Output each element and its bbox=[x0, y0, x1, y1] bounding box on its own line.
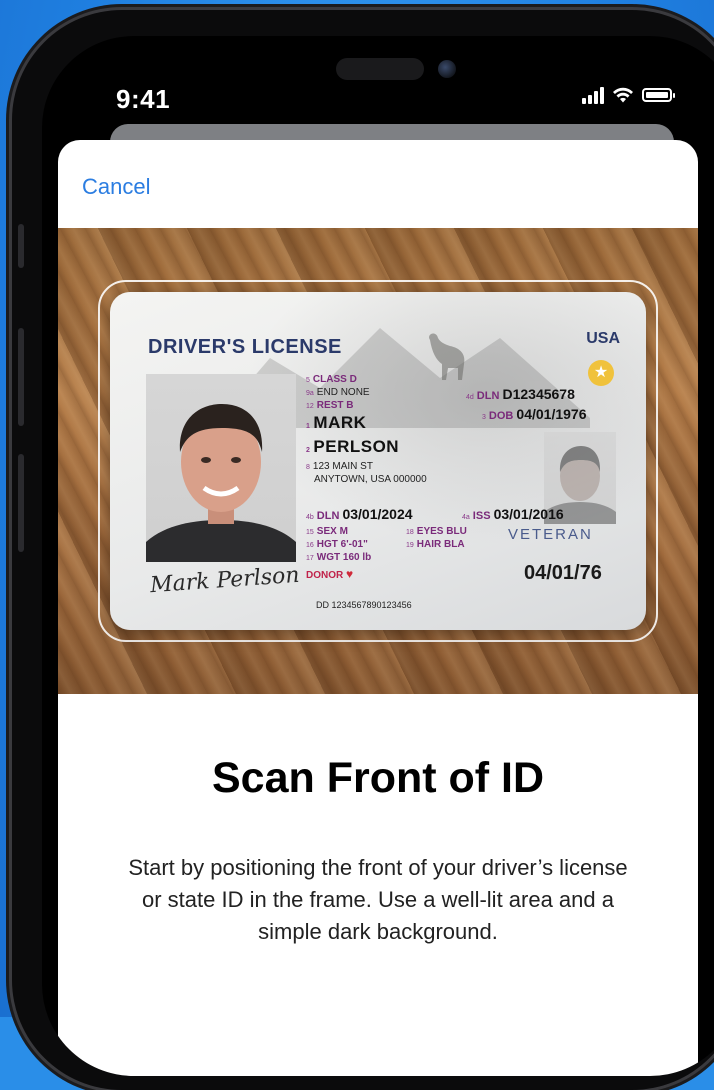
license-iss-row: 4a ISS 03/01/2016 bbox=[462, 506, 564, 522]
weight-field: WGT 160 lb bbox=[316, 552, 372, 563]
dob-label: DOB bbox=[488, 410, 514, 422]
mute-switch bbox=[18, 224, 24, 268]
speaker-grille bbox=[336, 58, 424, 80]
battery-icon bbox=[642, 88, 675, 102]
license-physical-right: 18 EYES BLU 19 HAIR BLA bbox=[406, 526, 467, 550]
license-dln-row: 4d DLN D12345678 bbox=[466, 386, 575, 402]
license-address-line1: 123 MAIN ST bbox=[312, 461, 373, 472]
license-dob-row: 3 DOB 04/01/1976 bbox=[482, 406, 587, 422]
iss-value: 03/01/2016 bbox=[493, 506, 564, 522]
license-fields: 5 CLASS D 9a END NONE 12 REST B 1 MARK 2 PERL… bbox=[306, 374, 427, 485]
license-country: USA bbox=[586, 330, 620, 347]
dob-value: 04/01/1976 bbox=[516, 406, 587, 422]
phone-frame: 9:41 Cancel DRIVER'S LICENSE USA ★ 5 CLA… bbox=[12, 10, 714, 1090]
veteran-label: VETERAN bbox=[508, 526, 593, 543]
hair-field: HAIR BLA bbox=[416, 539, 465, 550]
iss-label: ISS bbox=[472, 510, 491, 522]
status-time: 9:41 bbox=[116, 84, 171, 114]
status-bar: 9:41 bbox=[42, 36, 714, 132]
drivers-license-card: DRIVER'S LICENSE USA ★ 5 CLASS D 9a END … bbox=[110, 292, 646, 630]
license-address-line2: ANYTOWN, USA 000000 bbox=[314, 474, 427, 485]
license-last-name: PERLSON bbox=[313, 437, 400, 456]
cancel-button[interactable]: Cancel bbox=[82, 174, 150, 200]
license-rest: REST B bbox=[316, 400, 354, 411]
license-signature: Mark Perlson bbox=[149, 562, 301, 599]
dln-date-label: DLN bbox=[316, 510, 340, 522]
dln-label: DLN bbox=[476, 390, 500, 402]
license-end: END NONE bbox=[316, 387, 370, 398]
height-field: HGT 6'-01" bbox=[316, 539, 368, 550]
license-portrait bbox=[146, 374, 296, 562]
instruction-text: Start by positioning the front of your d… bbox=[128, 855, 628, 944]
heart-icon: ♥ bbox=[346, 567, 354, 581]
license-dln-date-row: 4b DLN 03/01/2024 bbox=[306, 506, 413, 522]
wifi-icon bbox=[613, 87, 633, 103]
eyes-field: EYES BLU bbox=[416, 526, 467, 537]
real-id-star-icon: ★ bbox=[588, 360, 614, 386]
page-title: Scan Front of ID bbox=[211, 754, 545, 802]
license-first-name: MARK bbox=[313, 413, 367, 432]
camera-viewfinder: DRIVER'S LICENSE USA ★ 5 CLASS D 9a END … bbox=[58, 228, 698, 694]
dln-date-value: 03/01/2024 bbox=[342, 506, 413, 522]
license-header: DRIVER'S LICENSE bbox=[148, 336, 342, 358]
front-camera bbox=[438, 60, 456, 78]
license-physical-left: 15 SEX M 16 HGT 6'-01" 17 WGT 160 lb DONOR … bbox=[306, 526, 372, 581]
donor-label: DONOR bbox=[306, 570, 344, 581]
sex-field: SEX M bbox=[316, 526, 348, 537]
license-dd: DD 1234567890123456 bbox=[316, 600, 412, 610]
status-icons bbox=[582, 86, 675, 104]
dln-value: D12345678 bbox=[502, 386, 575, 402]
volume-up-button bbox=[18, 328, 24, 426]
volume-down-button bbox=[18, 454, 24, 552]
license-class: CLASS D bbox=[312, 374, 357, 385]
short-dob: 04/01/76 bbox=[524, 562, 602, 584]
cellular-signal-icon bbox=[582, 86, 604, 104]
scan-sheet: Cancel DRIVER'S LICENSE USA ★ 5 CLASS D … bbox=[58, 140, 698, 1076]
screen: 9:41 Cancel DRIVER'S LICENSE USA ★ 5 CLA… bbox=[42, 36, 714, 1076]
